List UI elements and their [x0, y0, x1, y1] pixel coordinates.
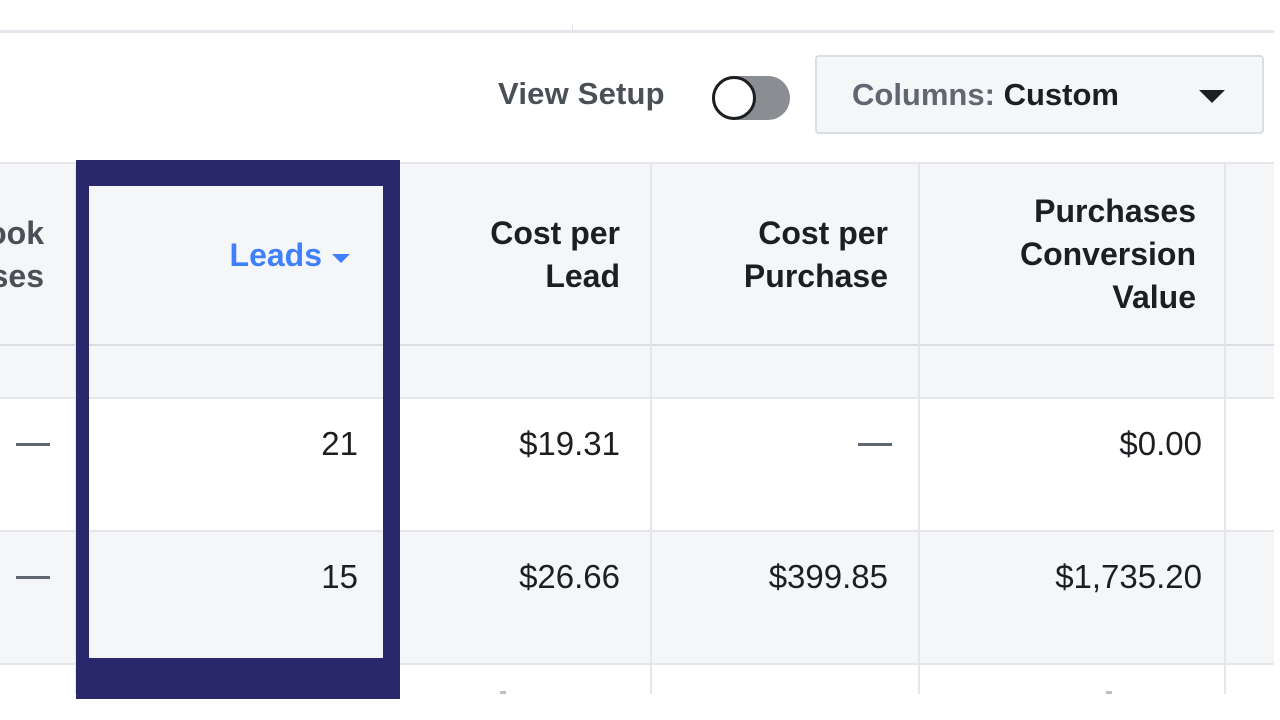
header-line: ses [0, 258, 44, 294]
column-header-purchases-conversion-value[interactable]: Purchases Conversion Value [1020, 190, 1196, 319]
columns-dropdown-button[interactable]: Columns: Custom [815, 55, 1264, 134]
header-line: Purchase [743, 258, 888, 294]
view-setup-toggle[interactable] [712, 76, 790, 120]
cost-per-lead-cell: $26.66 [519, 558, 620, 595]
cost-per-lead-cell: $19.31 [519, 425, 620, 462]
header-line: ook [0, 215, 44, 251]
top-divider [0, 30, 1274, 33]
column-header-cost-per-purchase[interactable]: Cost per Purchase [744, 212, 888, 298]
leads-column-highlight [76, 160, 400, 699]
view-setup-control[interactable]: View Setup [498, 74, 790, 120]
columns-value: Custom [1003, 77, 1119, 112]
header-line: Conversion [1019, 236, 1196, 272]
partial-cell-mark [500, 691, 506, 694]
chevron-down-icon [1199, 90, 1225, 103]
empty-value-dash [16, 443, 50, 446]
empty-value-dash [858, 443, 892, 446]
column-header-partial[interactable]: ook ses [0, 212, 44, 298]
purchases-conversion-value-cell: $1,735.20 [1055, 558, 1202, 595]
cost-per-purchase-cell: $399.85 [768, 558, 888, 595]
partial-cell-mark [1106, 691, 1112, 694]
header-line: Cost per [758, 215, 888, 251]
purchases-conversion-value-cell: $0.00 [1119, 425, 1202, 462]
toggle-knob [712, 76, 756, 120]
header-line: Lead [545, 258, 620, 294]
top-divider-tick [572, 24, 573, 31]
columns-prefix: Columns: [852, 77, 1004, 112]
column-divider [650, 162, 652, 694]
header-line: Purchases [1034, 193, 1196, 229]
view-setup-label: View Setup [498, 76, 665, 111]
column-header-cost-per-lead[interactable]: Cost per Lead [490, 212, 620, 298]
header-line: Cost per [490, 215, 620, 251]
column-divider [1224, 162, 1226, 694]
column-divider [918, 162, 920, 694]
header-line: Value [1112, 279, 1196, 315]
empty-value-dash [16, 576, 50, 579]
columns-label: Columns: Custom [852, 77, 1119, 113]
